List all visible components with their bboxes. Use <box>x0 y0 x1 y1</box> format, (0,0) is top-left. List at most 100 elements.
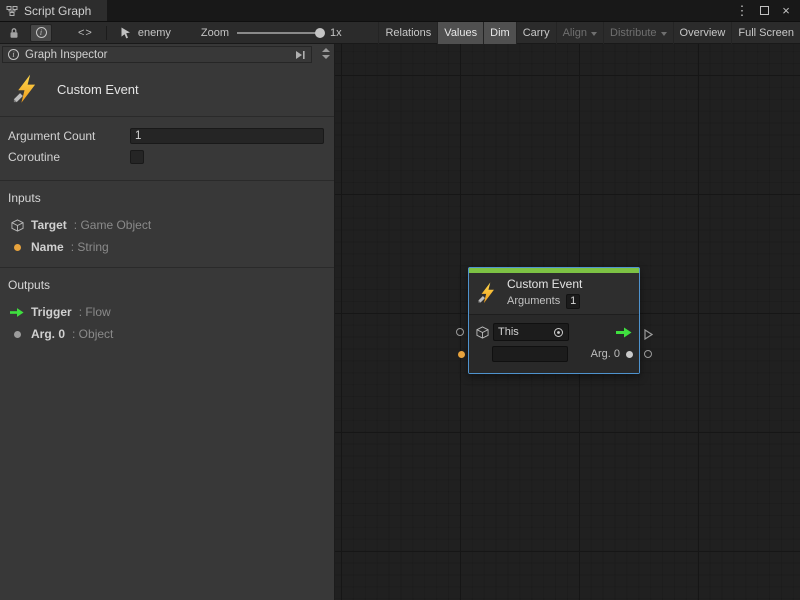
toolbar-separator <box>106 26 107 40</box>
chevron-down-icon <box>591 32 597 36</box>
zoom-slider-track <box>237 32 321 34</box>
arg0-row: Arg. 0 <box>475 343 633 365</box>
argument-count-row: Argument Count <box>8 125 326 146</box>
graph-inspector-title: Graph Inspector <box>25 49 107 61</box>
node-arguments-row: Arguments 1 <box>507 294 582 309</box>
toolbar-buttons: Relations Values Dim Carry Align Distrib… <box>378 22 800 44</box>
port-type: : Object <box>72 327 113 341</box>
dock-panel-icon[interactable] <box>294 50 306 60</box>
graph-name-label: enemy <box>138 27 171 39</box>
trigger-output-port[interactable] <box>644 327 653 345</box>
values-button[interactable]: Values <box>437 22 483 44</box>
panel-scroll-arrows[interactable] <box>322 48 330 59</box>
carry-label: Carry <box>523 27 550 39</box>
relations-label: Relations <box>385 27 431 39</box>
node-body: This <box>469 314 639 373</box>
maximize-icon[interactable] <box>757 0 771 22</box>
port-type: : Flow <box>79 305 111 319</box>
unit-title: Custom Event <box>57 82 139 97</box>
chevron-down-icon <box>661 32 667 36</box>
arg0-output-port[interactable] <box>644 350 652 358</box>
node-header-text: Custom Event Arguments 1 <box>507 277 582 309</box>
titlebar: Script Graph ⋮ × <box>0 0 800 22</box>
flow-arrow-icon <box>10 307 24 318</box>
zoom-slider-knob[interactable] <box>315 28 325 38</box>
window-controls: ⋮ × <box>735 0 800 21</box>
pointer-icon <box>120 27 132 39</box>
flow-arrow-icon <box>616 327 632 338</box>
tab-label: Script Graph <box>24 4 91 18</box>
script-graph-icon <box>6 5 18 17</box>
port-name: Arg. 0 <box>31 327 65 341</box>
lock-icon[interactable] <box>8 27 20 39</box>
close-icon[interactable]: × <box>779 0 793 22</box>
graph-canvas[interactable]: Custom Event Arguments 1 <box>335 44 800 600</box>
align-button[interactable]: Align <box>556 22 603 44</box>
inputs-title: Inputs <box>8 189 326 214</box>
menu-kebab-icon[interactable]: ⋮ <box>735 0 749 22</box>
distribute-button[interactable]: Distribute <box>603 22 672 44</box>
arg0-label: Arg. 0 <box>591 348 620 360</box>
distribute-label: Distribute <box>610 27 656 39</box>
info-icon: i <box>8 49 19 60</box>
graph-toolbar: i <> enemy Zoom 1x Relations Values <box>0 22 800 44</box>
outputs-title: Outputs <box>8 276 326 301</box>
cube-icon <box>475 326 489 339</box>
inspector-toggle-button[interactable]: i <box>30 24 52 42</box>
coroutine-row: Coroutine <box>8 146 326 167</box>
argument-count-input[interactable] <box>130 128 324 144</box>
custom-event-icon <box>12 74 42 104</box>
target-picker-icon[interactable] <box>553 327 564 338</box>
arguments-label: Arguments <box>507 294 560 309</box>
target-row: This <box>475 321 633 343</box>
target-input-port[interactable] <box>456 328 464 336</box>
list-item: Target : Game Object <box>8 214 326 236</box>
carry-button[interactable]: Carry <box>516 22 556 44</box>
graph-inspector-header: i Graph Inspector <box>0 44 334 65</box>
overview-label: Overview <box>680 27 726 39</box>
unit-fields: Argument Count Coroutine <box>0 117 334 180</box>
maximize-box <box>760 6 769 15</box>
zoom-slider[interactable] <box>237 27 323 39</box>
argument-count-label: Argument Count <box>8 129 130 143</box>
port-type: : String <box>71 240 109 254</box>
name-input[interactable] <box>492 346 568 362</box>
list-item: Name : String <box>8 236 326 258</box>
tab-script-graph[interactable]: Script Graph <box>0 0 107 21</box>
list-item: Trigger : Flow <box>8 301 326 323</box>
coroutine-label: Coroutine <box>8 150 130 164</box>
object-port-icon <box>10 331 24 338</box>
full-screen-button[interactable]: Full Screen <box>731 22 800 44</box>
scroll-down-icon[interactable] <box>322 55 330 59</box>
relations-button[interactable]: Relations <box>378 22 437 44</box>
unity-script-graph-window: Script Graph ⋮ × i <> enemy <box>0 0 800 600</box>
list-item: Arg. 0 : Object <box>8 323 326 345</box>
overview-button[interactable]: Overview <box>673 22 732 44</box>
dim-label: Dim <box>490 27 510 39</box>
coroutine-checkbox[interactable] <box>130 150 144 164</box>
custom-event-icon <box>477 277 499 309</box>
arguments-value[interactable]: 1 <box>566 294 580 309</box>
port-name: Target <box>31 218 67 232</box>
scroll-up-icon[interactable] <box>322 48 330 52</box>
graph-inspector-titlebox[interactable]: i Graph Inspector <box>2 46 312 63</box>
target-value: This <box>498 326 549 338</box>
string-port-icon <box>10 244 24 251</box>
full-screen-label: Full Screen <box>738 27 794 39</box>
port-name: Name <box>31 240 64 254</box>
target-dropdown[interactable]: This <box>493 323 569 341</box>
zoom-label: Zoom <box>201 27 229 39</box>
info-icon: i <box>36 27 47 38</box>
outputs-section: Outputs Trigger : Flow Arg. 0 : Object <box>0 268 334 354</box>
cube-icon <box>10 219 24 232</box>
dim-button[interactable]: Dim <box>483 22 516 44</box>
code-view-icon[interactable]: <> <box>78 27 93 39</box>
name-input-port[interactable] <box>458 351 465 358</box>
graph-inspector-panel: i Graph Inspector <box>0 44 335 600</box>
custom-event-node[interactable]: Custom Event Arguments 1 <box>468 267 640 374</box>
port-type: : Game Object <box>74 218 151 232</box>
arg0-port-dot[interactable] <box>626 351 633 358</box>
inputs-section: Inputs Target : Game Object Name : Strin… <box>0 181 334 267</box>
graph-breadcrumb[interactable]: enemy <box>120 27 171 39</box>
port-name: Trigger <box>31 305 72 319</box>
